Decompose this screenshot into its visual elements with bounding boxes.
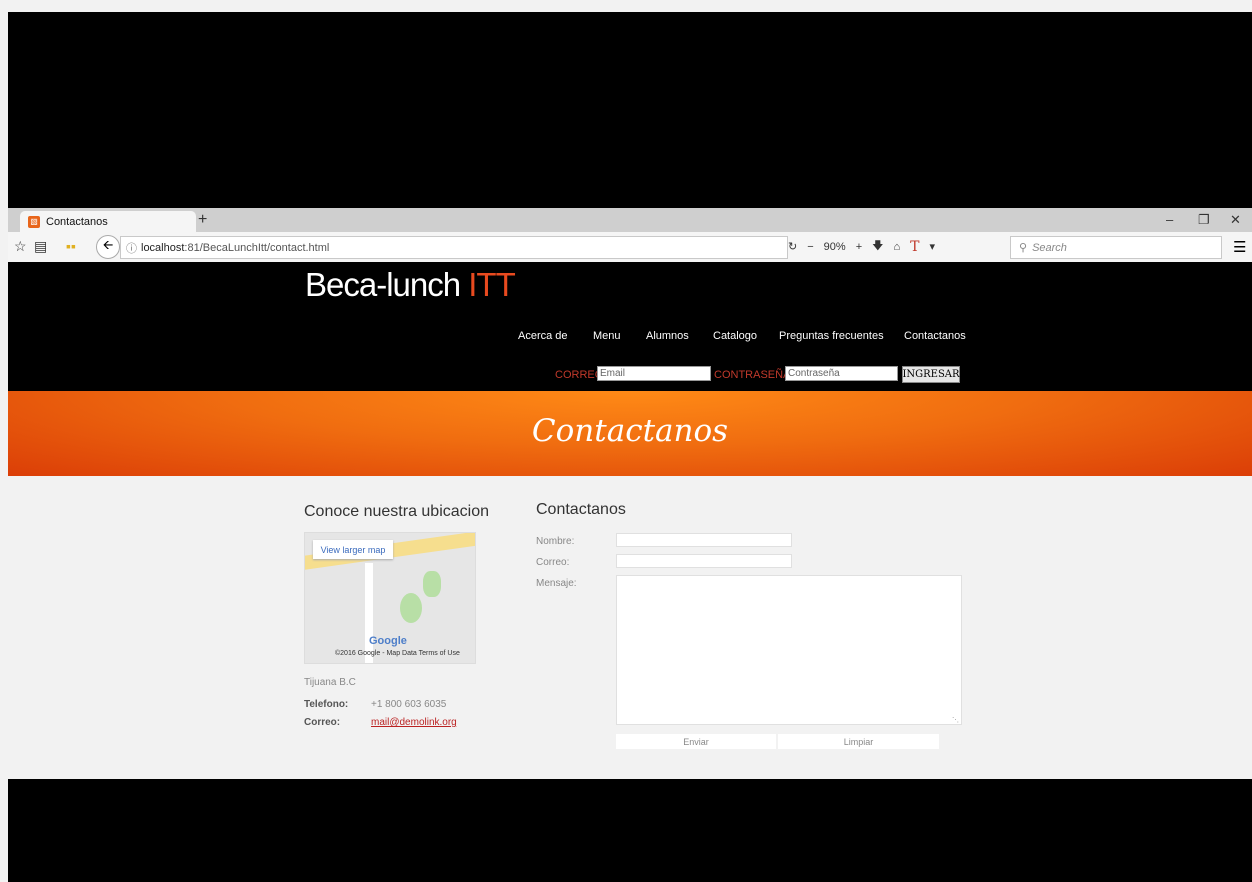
site-header: Beca-lunch ITT Acerca de Menu Alumnos Ca… bbox=[8, 262, 1252, 391]
favicon-icon: ▧ bbox=[28, 215, 40, 228]
nav-preguntas-frecuentes[interactable]: Preguntas frecuentes bbox=[779, 330, 884, 342]
send-button[interactable]: Enviar bbox=[616, 734, 776, 749]
city-text: Tijuana B.C bbox=[304, 677, 356, 688]
nav-alumnos[interactable]: Alumnos bbox=[646, 330, 689, 342]
clear-button[interactable]: Limpiar bbox=[778, 734, 939, 749]
search-placeholder: Search bbox=[1032, 241, 1067, 254]
message-label: Mensaje: bbox=[536, 578, 577, 589]
dropdown-icon[interactable]: ▾ bbox=[929, 240, 935, 253]
banner-title: Contactanos bbox=[531, 413, 729, 449]
zoom-out-icon[interactable]: − bbox=[807, 241, 813, 253]
login-button[interactable]: INGRESAR bbox=[902, 366, 960, 383]
google-logo: Google bbox=[369, 635, 407, 647]
name-label: Nombre: bbox=[536, 536, 575, 547]
tab-title: Contactanos bbox=[46, 215, 108, 228]
close-icon[interactable]: ✕ bbox=[1230, 212, 1241, 228]
correo-field-label: Correo: bbox=[536, 557, 570, 568]
url-bar[interactable]: ⓘ localhost:81/BecaLunchItt/contact.html bbox=[120, 236, 788, 259]
browser-nav-bar: ☆ ▤ ▪▪ 🡨 ⓘ localhost:81/BecaLunchItt/con… bbox=[8, 232, 1252, 263]
password-label: CONTRASEÑA bbox=[714, 369, 791, 381]
nav-catalogo[interactable]: Catalogo bbox=[713, 330, 757, 342]
email-link[interactable]: mail@demolink.org bbox=[371, 717, 457, 728]
email-placeholder: Email bbox=[600, 368, 626, 379]
page-banner: Contactanos bbox=[8, 391, 1252, 476]
star-icon[interactable]: ☆ bbox=[14, 238, 27, 255]
map-park bbox=[423, 571, 441, 597]
apps-icon[interactable]: ▪▪ bbox=[66, 238, 76, 254]
map-park bbox=[400, 593, 422, 623]
search-icon: ⚲ bbox=[1019, 242, 1028, 254]
zoom-level[interactable]: 90% bbox=[824, 241, 846, 253]
tab-contactanos[interactable]: ▧ Contactanos bbox=[20, 211, 196, 232]
reading-list-icon[interactable]: ▤ bbox=[34, 238, 47, 255]
phone-label: Telefono: bbox=[304, 699, 349, 710]
home-icon[interactable]: ⌂ bbox=[893, 241, 900, 253]
download-icon[interactable]: 🡇 bbox=[872, 237, 883, 256]
email-label: Correo: bbox=[304, 717, 341, 728]
nav-contactanos[interactable]: Contactanos bbox=[904, 330, 966, 342]
zoom-controls: ↻ − 90% + 🡇 ⌂ T ▾ bbox=[788, 236, 935, 257]
back-button[interactable]: 🡨 bbox=[96, 235, 120, 259]
password-field[interactable]: Contraseña bbox=[785, 366, 898, 381]
name-field[interactable] bbox=[616, 533, 792, 547]
logo-accent: ITT bbox=[468, 266, 515, 303]
message-textarea[interactable]: ⋱ bbox=[616, 575, 962, 725]
info-icon: ⓘ bbox=[126, 242, 137, 255]
resize-handle-icon[interactable]: ⋱ bbox=[952, 716, 959, 724]
browser-tab-bar: ▧ Contactanos + – ❐ ✕ bbox=[8, 208, 1252, 232]
logo-main: Beca-lunch bbox=[305, 266, 469, 303]
nav-acerca-de[interactable]: Acerca de bbox=[518, 330, 568, 342]
map-road bbox=[365, 563, 373, 663]
phone-value: +1 800 603 6035 bbox=[371, 699, 447, 710]
password-placeholder: Contraseña bbox=[788, 368, 840, 379]
view-larger-map-link[interactable]: View larger map bbox=[313, 540, 393, 559]
contact-form-heading: Contactanos bbox=[536, 501, 626, 518]
url-host: localhost bbox=[141, 241, 185, 254]
menu-icon[interactable]: ☰ bbox=[1233, 238, 1246, 256]
location-heading: Conoce nuestra ubicacion bbox=[304, 503, 490, 520]
zoom-in-icon[interactable]: + bbox=[856, 241, 862, 253]
map-copyright: ©2016 Google - Map Data Terms of Use bbox=[335, 650, 460, 657]
screen-frame bbox=[0, 0, 1252, 12]
restore-icon[interactable]: ❐ bbox=[1198, 212, 1210, 228]
text-t-icon[interactable]: T bbox=[910, 239, 919, 255]
bottom-black-area bbox=[8, 779, 1252, 882]
correo-field[interactable] bbox=[616, 554, 792, 568]
search-input[interactable]: ⚲ Search bbox=[1010, 236, 1222, 259]
new-tab-button[interactable]: + bbox=[198, 211, 207, 229]
site-logo[interactable]: Beca-lunch ITT bbox=[305, 266, 516, 304]
back-icon: 🡨 bbox=[102, 237, 114, 252]
nav-menu[interactable]: Menu bbox=[593, 330, 621, 342]
reload-icon[interactable]: ↻ bbox=[788, 240, 797, 253]
main-content: Conoce nuestra ubicacion View larger map… bbox=[8, 476, 1252, 778]
email-field[interactable]: Email bbox=[597, 366, 711, 381]
url-path: :81/BecaLunchItt/contact.html bbox=[184, 241, 330, 254]
minimize-icon[interactable]: – bbox=[1166, 212, 1173, 227]
top-black-area bbox=[8, 12, 1252, 208]
map-embed[interactable]: View larger map Google ©2016 Google - Ma… bbox=[304, 532, 476, 664]
